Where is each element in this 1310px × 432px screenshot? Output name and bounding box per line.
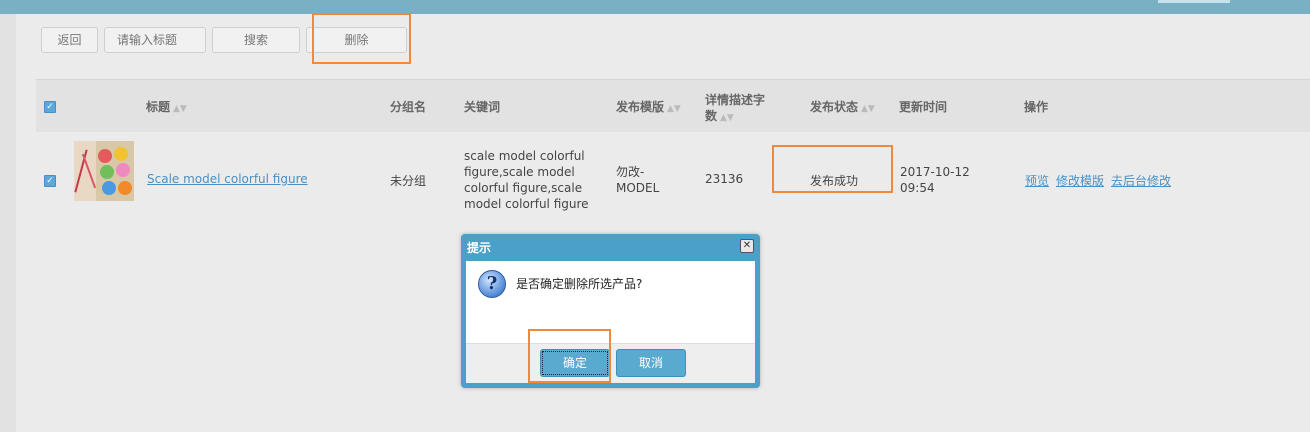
sort-icon: ▲▼ [720,113,734,123]
header-detail-chars-line2: 数 [705,109,718,123]
header-status[interactable]: 发布状态 ▲▼ [810,98,875,115]
dialog-message: 是否确定删除所选产品? [516,277,643,291]
check-icon: ✓ [46,176,54,186]
header-updated: 更新时间 [899,100,948,114]
product-title-link[interactable]: Scale model colorful figure [147,172,308,186]
header-title[interactable]: 标题 ▲▼ [146,98,187,115]
header-group: 分组名 [390,100,427,114]
table-header: ✓ 标题 ▲▼ 分组名 关键词 发布模版 ▲▼ 详情描述字数 ▲▼ 发布状态 ▲▼ 更新… [36,79,1310,132]
header-detail-chars-line1: 详情描述字 [705,93,766,107]
top-bar-active-tab-indicator [1158,0,1230,3]
row-checkbox[interactable]: ✓ [44,175,56,187]
check-icon: ✓ [46,102,54,112]
confirm-button-highlight [528,329,611,383]
header-template-label: 发布模版 [616,100,665,114]
top-bar [0,0,1310,14]
updated-cell: 2017-10-12 09:54 [900,164,970,196]
product-thumbnail[interactable] [74,141,134,201]
dialog-title: 提示 [467,241,492,255]
backend-edit-link[interactable]: 去后台修改 [1111,172,1171,189]
status-highlight [772,145,893,193]
sort-icon: ▲▼ [667,104,681,114]
edit-template-link[interactable]: 修改模版 [1056,172,1104,189]
cancel-button[interactable]: 取消 [616,349,686,377]
question-icon: ? [478,270,506,298]
header-actions: 操作 [1024,100,1049,114]
left-sidebar-strip [0,14,16,432]
keywords-cell: scale model colorful figure,scale model … [464,148,589,212]
sort-icon: ▲▼ [173,104,187,114]
keywords-line: scale model colorful [464,149,585,163]
header-status-label: 发布状态 [810,100,859,114]
sort-icon: ▲▼ [861,104,875,114]
updated-time: 09:54 [900,181,935,195]
title-search-input[interactable] [104,27,206,53]
close-icon[interactable]: ✕ [740,239,754,253]
header-keywords: 关键词 [464,100,501,114]
template-cell: 勿改- MODEL [616,164,659,196]
header-template[interactable]: 发布模版 ▲▼ [616,98,681,115]
delete-button-highlight [312,13,411,64]
updated-date: 2017-10-12 [900,165,970,179]
preview-link[interactable]: 预览 [1025,172,1049,189]
group-cell: 未分组 [390,174,427,188]
select-all-checkbox[interactable]: ✓ [44,101,56,113]
header-detail-chars[interactable]: 详情描述字数 ▲▼ [705,92,765,126]
detail-chars-cell: 23136 [705,172,744,186]
keywords-line: figure,scale model [464,165,575,179]
template-line: MODEL [616,181,660,195]
template-line: 勿改- [616,165,645,179]
back-button[interactable]: 返回 [41,27,98,53]
product-table: ✓ 标题 ▲▼ 分组名 关键词 发布模版 ▲▼ 详情描述字数 ▲▼ 发布状态 ▲▼ 更新… [36,79,1310,219]
keywords-line: colorful figure,scale [464,181,583,195]
search-button[interactable]: 搜索 [212,27,300,53]
keywords-line: model colorful figure [464,197,589,211]
header-title-label: 标题 [146,100,171,114]
